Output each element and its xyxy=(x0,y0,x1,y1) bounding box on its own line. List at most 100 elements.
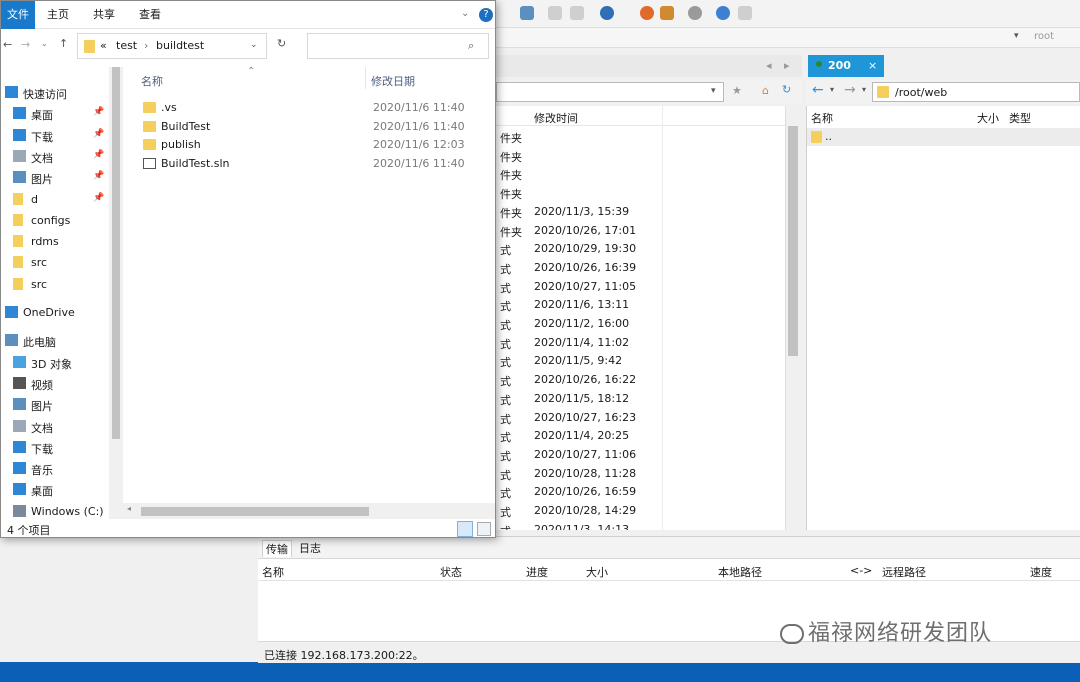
nav-item-2[interactable]: 文档 📌 xyxy=(1,147,109,167)
remote-row[interactable]: 式 2020/11/3, 14:13 xyxy=(496,521,785,530)
nav-item-6[interactable]: rdms xyxy=(1,232,109,252)
column-name[interactable]: 名称 xyxy=(141,73,163,89)
details-view-icon[interactable] xyxy=(457,521,473,537)
refresh-icon[interactable]: ↻ xyxy=(277,37,286,50)
pin-icon[interactable]: 📌 xyxy=(93,129,104,139)
paste-icon[interactable] xyxy=(570,6,584,20)
large-icons-view-icon[interactable] xyxy=(477,522,491,536)
column-direction[interactable]: <-> xyxy=(850,564,872,577)
tab-share[interactable]: 共享 xyxy=(85,1,123,29)
nav-item-3[interactable]: 图片 📌 xyxy=(1,168,109,188)
chevron-down-icon[interactable]: ▾ xyxy=(711,86,716,96)
nav-quick-access[interactable]: 快速访问 xyxy=(1,83,109,103)
nav-pc-item-1[interactable]: 视频 xyxy=(1,374,109,394)
breadcrumb-test[interactable]: test xyxy=(116,39,137,52)
back-icon[interactable]: ← xyxy=(812,82,824,98)
address-chevrons[interactable]: « xyxy=(100,39,107,52)
remote-row[interactable]: 件夹 xyxy=(496,184,785,202)
file-row[interactable]: .vs 2020/11/6 11:40 xyxy=(139,99,483,117)
scroll-thumb[interactable] xyxy=(788,126,798,356)
column-type[interactable]: 类型 xyxy=(1009,110,1031,126)
remote-row[interactable]: 件夹 2020/10/26, 17:01 xyxy=(496,222,785,240)
remote-row[interactable]: 式 2020/11/4, 11:02 xyxy=(496,334,785,352)
nav-onedrive[interactable]: OneDrive xyxy=(1,303,109,323)
remote-row[interactable]: 式 2020/10/28, 14:29 xyxy=(496,502,785,520)
forward-icon[interactable]: → xyxy=(21,38,30,51)
pin-icon[interactable]: 📌 xyxy=(93,107,104,117)
chevron-down-icon[interactable]: ⌄ xyxy=(41,39,48,48)
remote-row[interactable]: 式 2020/10/27, 16:23 xyxy=(496,409,785,427)
copy-icon[interactable] xyxy=(548,6,562,20)
refresh-icon[interactable]: ↻ xyxy=(782,83,791,96)
column-remote-path[interactable]: 远程路径 xyxy=(882,564,926,580)
breadcrumb-separator-icon[interactable]: › xyxy=(144,39,148,52)
back-icon[interactable]: ← xyxy=(3,38,12,51)
nav-item-1[interactable]: 下载 📌 xyxy=(1,126,109,146)
scroll-thumb[interactable] xyxy=(141,507,369,516)
file-row[interactable]: BuildTest.sln 2020/11/6 11:40 xyxy=(139,155,483,173)
scroll-thumb[interactable] xyxy=(112,67,120,439)
terminal-icon[interactable] xyxy=(640,6,654,20)
left-scrollbar[interactable] xyxy=(786,106,800,530)
address-bar[interactable]: « test › buildtest ⌄ xyxy=(77,33,267,59)
scroll-left-icon[interactable]: ◂ xyxy=(127,504,131,513)
remote-row[interactable]: 式 2020/10/27, 11:05 xyxy=(496,278,785,296)
pin-icon[interactable]: 📌 xyxy=(93,193,104,203)
column-modified[interactable]: 修改日期 xyxy=(371,73,415,89)
forward-icon[interactable]: → xyxy=(844,82,856,98)
horizontal-scrollbar[interactable]: ◂ xyxy=(123,503,495,519)
globe-icon[interactable] xyxy=(600,6,614,20)
nav-scrollbar[interactable] xyxy=(109,67,123,519)
session-user-label[interactable]: root xyxy=(1034,31,1054,42)
remote-row[interactable]: 式 2020/10/26, 16:59 xyxy=(496,483,785,501)
help-icon[interactable] xyxy=(716,6,730,20)
tab-prev-icon[interactable]: ◂ xyxy=(766,59,772,72)
nav-pc-item-5[interactable]: 音乐 xyxy=(1,459,109,479)
column-progress[interactable]: 进度 xyxy=(526,564,548,580)
nav-item-0[interactable]: 桌面 📌 xyxy=(1,104,109,124)
nav-item-8[interactable]: src xyxy=(1,275,109,295)
tab-transfers[interactable]: 传输 xyxy=(262,540,292,557)
camera-icon[interactable] xyxy=(660,6,674,20)
right-path-input[interactable]: /root/web xyxy=(872,82,1080,102)
up-icon[interactable]: ↑ xyxy=(59,37,68,50)
home-icon[interactable]: ⌂ xyxy=(762,84,769,97)
remote-row[interactable]: 式 2020/11/6, 13:11 xyxy=(496,296,785,314)
remote-row[interactable]: 式 2020/11/5, 9:42 xyxy=(496,352,785,370)
file-row[interactable]: publish 2020/11/6 12:03 xyxy=(139,136,483,154)
remote-row[interactable]: 式 2020/11/5, 18:12 xyxy=(496,390,785,408)
column-name[interactable]: 名称 xyxy=(262,564,284,580)
tab-view[interactable]: 查看 xyxy=(131,1,169,29)
nav-pc-item-4[interactable]: 下载 xyxy=(1,438,109,458)
nav-pc-item-3[interactable]: 文档 xyxy=(1,417,109,437)
nav-pc-item-0[interactable]: 3D 对象 xyxy=(1,353,109,373)
chevron-down-icon[interactable]: ⌄ xyxy=(250,40,258,50)
remote-row[interactable]: 件夹 xyxy=(496,128,785,146)
tab-file[interactable]: 文件 xyxy=(1,1,35,29)
gear-icon[interactable] xyxy=(688,6,702,20)
search-icon[interactable]: ⌕ xyxy=(468,39,474,53)
nav-item-5[interactable]: configs xyxy=(1,211,109,231)
column-status[interactable]: 状态 xyxy=(440,564,462,580)
remote-row[interactable]: 式 2020/10/29, 19:30 xyxy=(496,240,785,258)
column-size[interactable]: 大小 xyxy=(977,110,999,126)
column-speed[interactable]: 速度 xyxy=(1030,564,1052,580)
remote-row[interactable]: 式 2020/11/4, 20:25 xyxy=(496,427,785,445)
session-tab[interactable]: 200 × xyxy=(808,55,884,77)
chevron-down-icon[interactable]: ▾ xyxy=(862,85,866,94)
nav-item-4[interactable]: d 📌 xyxy=(1,190,109,210)
nav-this-pc[interactable]: 此电脑 xyxy=(1,331,109,351)
close-icon[interactable]: × xyxy=(868,59,877,72)
tab-next-icon[interactable]: ▸ xyxy=(784,59,790,72)
help-icon[interactable]: ? xyxy=(479,8,493,22)
parent-dir-row[interactable]: .. xyxy=(807,128,1080,146)
breadcrumb-buildtest[interactable]: buildtest xyxy=(156,39,204,52)
bookmark-icon[interactable]: ★ xyxy=(732,84,742,97)
nav-item-7[interactable]: src xyxy=(1,253,109,273)
pin-icon[interactable]: 📌 xyxy=(93,171,104,181)
tab-home[interactable]: 主页 xyxy=(39,1,77,29)
remote-row[interactable]: 式 2020/10/28, 11:28 xyxy=(496,465,785,483)
column-size[interactable]: 大小 xyxy=(586,564,608,580)
column-local-path[interactable]: 本地路径 xyxy=(718,564,762,580)
remote-row[interactable]: 式 2020/10/26, 16:22 xyxy=(496,371,785,389)
